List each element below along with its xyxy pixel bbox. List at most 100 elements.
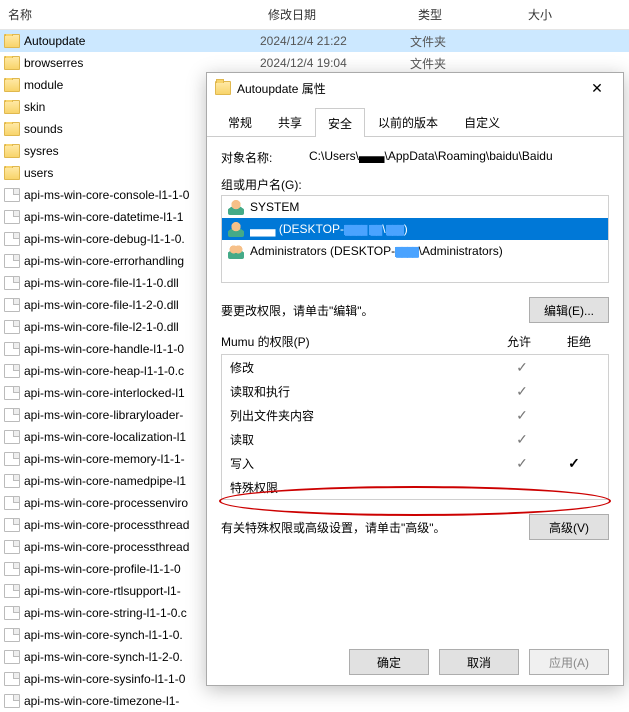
group-icon: [228, 243, 244, 259]
edit-button[interactable]: 编辑(E)...: [529, 297, 609, 323]
file-date: 2024/12/4 21:22: [260, 34, 410, 48]
file-name: api-ms-win-core-datetime-l1-1: [24, 210, 183, 224]
col-type[interactable]: 类型: [410, 6, 520, 23]
deny-check: ✓: [548, 455, 600, 472]
file-icon: [4, 276, 20, 290]
file-icon: [4, 320, 20, 334]
file-name: Autoupdate: [24, 34, 85, 48]
folder-icon: [4, 122, 20, 136]
file-name: api-ms-win-core-namedpipe-l1: [24, 474, 186, 488]
tab-strip: 常规共享安全以前的版本自定义: [207, 103, 623, 137]
folder-icon: [4, 144, 20, 158]
file-icon: [4, 496, 20, 510]
file-icon: [4, 430, 20, 444]
permission-name: 读取和执行: [230, 383, 496, 400]
file-icon: [4, 232, 20, 246]
file-icon: [4, 650, 20, 664]
tab-1[interactable]: 共享: [265, 107, 315, 136]
list-item[interactable]: browserres2024/12/4 19:04文件夹: [0, 52, 629, 74]
file-name: api-ms-win-core-memory-l1-1-: [24, 452, 185, 466]
file-name: sysres: [24, 144, 59, 158]
file-name: api-ms-win-core-synch-l1-1-0.: [24, 628, 183, 642]
file-icon: [4, 452, 20, 466]
principal-label: Administrators (DESKTOP-████\Administrat…: [250, 244, 503, 258]
file-icon: [4, 408, 20, 422]
folder-icon: [4, 56, 20, 70]
cancel-button[interactable]: 取消: [439, 649, 519, 675]
file-name: api-ms-win-core-synch-l1-2-0.: [24, 650, 183, 664]
tab-0[interactable]: 常规: [215, 107, 265, 136]
principal-label: ▄▄▄ (DESKTOP-██████\███): [250, 222, 408, 236]
principal-label: SYSTEM: [250, 200, 299, 214]
file-icon: [4, 298, 20, 312]
file-name: api-ms-win-core-processenviro: [24, 496, 188, 510]
col-name[interactable]: 名称: [0, 6, 260, 23]
principal-row[interactable]: ▄▄▄ (DESKTOP-██████\███): [222, 218, 608, 240]
user-icon: [228, 221, 244, 237]
file-name: skin: [24, 100, 45, 114]
ok-button[interactable]: 确定: [349, 649, 429, 675]
list-item[interactable]: api-ms-win-core-timezone-l1-: [0, 690, 629, 712]
file-icon: [4, 562, 20, 576]
permissions-list: 修改✓读取和执行✓列出文件夹内容✓读取✓写入✓✓特殊权限: [221, 354, 609, 500]
file-name: api-ms-win-core-timezone-l1-: [24, 694, 179, 708]
principal-row[interactable]: SYSTEM: [222, 196, 608, 218]
allow-check: ✓: [496, 407, 548, 424]
file-icon: [4, 672, 20, 686]
file-name: api-ms-win-core-profile-l1-1-0: [24, 562, 181, 576]
properties-dialog: Autoupdate 属性 ✕ 常规共享安全以前的版本自定义 对象名称: C:\…: [206, 72, 624, 686]
file-icon: [4, 210, 20, 224]
edit-hint: 要更改权限，请单击"编辑"。: [221, 302, 374, 319]
file-name: api-ms-win-core-string-l1-1-0.c: [24, 606, 187, 620]
file-name: users: [24, 166, 53, 180]
folder-icon: [4, 78, 20, 92]
file-icon: [4, 188, 20, 202]
permission-name: 写入: [230, 455, 496, 472]
file-icon: [4, 606, 20, 620]
permission-name: 特殊权限: [230, 479, 496, 496]
file-name: api-ms-win-core-debug-l1-1-0.: [24, 232, 185, 246]
file-name: api-ms-win-core-console-l1-1-0: [24, 188, 189, 202]
file-type: 文件夹: [410, 33, 520, 50]
security-tab-page: 对象名称: C:\Users\▄▄▄\AppData\Roaming\baidu…: [207, 137, 623, 548]
col-size[interactable]: 大小: [520, 6, 600, 23]
dialog-titlebar[interactable]: Autoupdate 属性 ✕: [207, 73, 623, 103]
perm-deny-header: 拒绝: [549, 333, 609, 350]
folder-icon: [215, 81, 231, 95]
file-icon: [4, 364, 20, 378]
advanced-button[interactable]: 高级(V): [529, 514, 609, 540]
file-name: api-ms-win-core-handle-l1-1-0: [24, 342, 184, 356]
allow-check: ✓: [496, 455, 548, 472]
file-name: module: [24, 78, 63, 92]
tab-2[interactable]: 安全: [315, 108, 365, 137]
permission-name: 读取: [230, 431, 496, 448]
file-name: api-ms-win-core-localization-l1: [24, 430, 186, 444]
permission-row: 修改✓: [222, 355, 608, 379]
principals-list[interactable]: SYSTEM ▄▄▄ (DESKTOP-██████\███) Administra…: [221, 195, 609, 283]
permission-name: 修改: [230, 359, 496, 376]
apply-button[interactable]: 应用(A): [529, 649, 609, 675]
file-icon: [4, 584, 20, 598]
allow-check: ✓: [496, 359, 548, 376]
permission-name: 列出文件夹内容: [230, 407, 496, 424]
object-name-value: C:\Users\▄▄▄\AppData\Roaming\baidu\Baidu: [309, 149, 609, 163]
file-date: 2024/12/4 19:04: [260, 56, 410, 70]
file-name: api-ms-win-core-libraryloader-: [24, 408, 183, 422]
file-name: api-ms-win-core-interlocked-l1: [24, 386, 185, 400]
file-icon: [4, 540, 20, 554]
file-icon: [4, 386, 20, 400]
file-name: api-ms-win-core-rtlsupport-l1-: [24, 584, 181, 598]
file-name: api-ms-win-core-file-l1-2-0.dll: [24, 298, 179, 312]
file-icon: [4, 628, 20, 642]
column-headers: 名称 修改日期 类型 大小: [0, 0, 629, 30]
tab-3[interactable]: 以前的版本: [365, 107, 451, 136]
tab-4[interactable]: 自定义: [451, 107, 513, 136]
permission-row: 特殊权限: [222, 475, 608, 499]
file-icon: [4, 254, 20, 268]
col-date[interactable]: 修改日期: [260, 6, 410, 23]
dialog-title: Autoupdate 属性: [237, 80, 577, 97]
principal-row[interactable]: Administrators (DESKTOP-████\Administrat…: [222, 240, 608, 262]
close-button[interactable]: ✕: [577, 74, 617, 102]
file-name: api-ms-win-core-sysinfo-l1-1-0: [24, 672, 185, 686]
list-item[interactable]: Autoupdate 2024/12/4 21:22文件夹: [0, 30, 629, 52]
